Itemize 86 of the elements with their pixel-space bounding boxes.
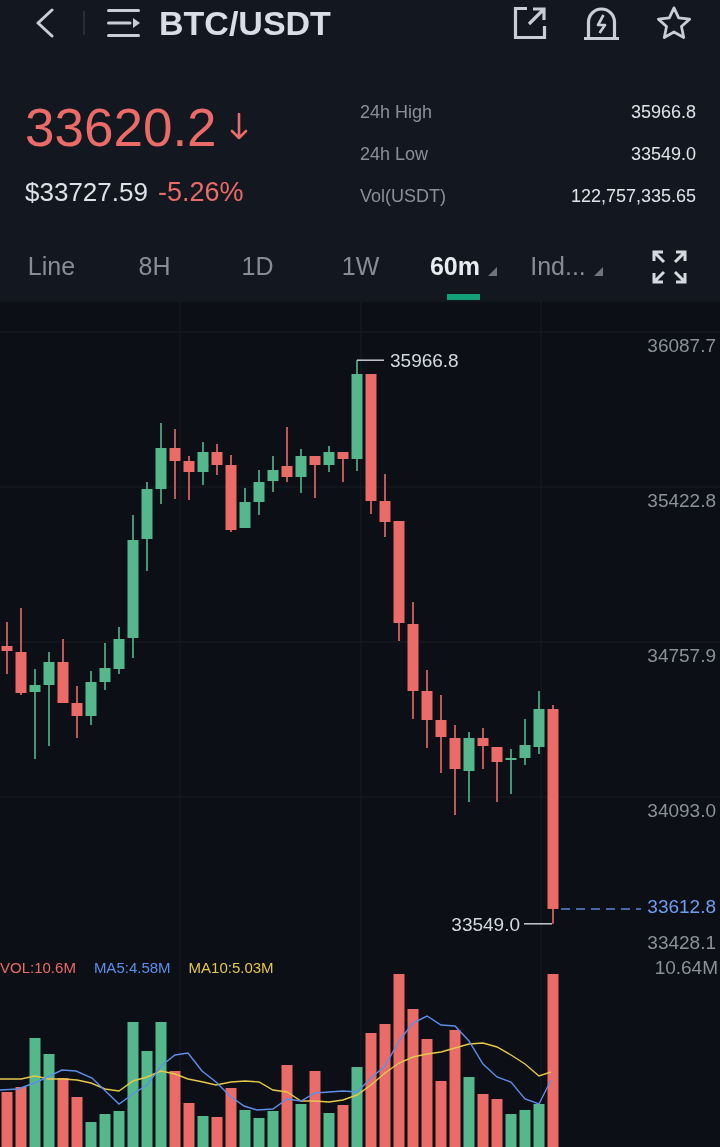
stat-label: 24h High [360,101,433,123]
bullish-candle [505,748,517,795]
volume-bar [519,1110,531,1147]
bullish-candle [239,487,251,529]
bearish-candle [1,621,13,675]
volume-bar [225,1088,237,1147]
volume-bar [15,1087,27,1147]
star-icon[interactable] [656,6,692,40]
menu-icon[interactable] [107,8,140,38]
alert-bell-icon[interactable] [583,5,620,41]
expand-icon[interactable] [651,250,687,284]
bullish-candle [323,445,335,473]
volume-bar [1,1092,13,1147]
bullish-candle [519,718,531,766]
volume-bar [533,1104,545,1147]
price-change: -5.26% [157,176,244,209]
last-price-label: 33612.8 [647,896,716,918]
bearish-candle [183,455,195,501]
bullish-candle [267,455,279,493]
high-price-leader-line [356,359,385,361]
high-price-label: 35966.8 [390,349,459,371]
volume-bar [57,1078,69,1147]
volume-bar [337,1105,349,1147]
caret-icon[interactable] [593,266,603,276]
volume-legend-label: VOL:10.6M [0,958,76,978]
back-icon[interactable] [35,8,55,38]
stat-value: 122,757,335.65 [570,185,696,207]
bearish-candle [309,455,321,499]
bearish-candle [491,746,503,803]
bearish-candle [281,426,293,483]
moving-average-legend-label: MA5:4.58M [93,958,171,978]
interval-tab[interactable]: 8H [103,240,206,292]
volume-bar [85,1122,97,1147]
volume-bar [463,1077,475,1147]
volume-bar [491,1099,503,1147]
bearish-candle [211,443,223,476]
volume-axis-label: 10.64M [654,958,718,978]
volume-bar [295,1104,307,1147]
bearish-candle [477,727,489,770]
bullish-candle [197,441,209,486]
stat-label: Vol(USDT) [360,185,446,207]
volume-bar [183,1103,195,1147]
bullish-candle [253,469,265,516]
price-axis-label: 33428.1 [647,931,716,952]
volume-bar [113,1111,125,1147]
volume-bar [71,1097,83,1147]
volume-bar [435,1081,447,1147]
bullish-candle [295,448,307,494]
interval-tab[interactable]: 1W [309,240,412,292]
bullish-candle [85,670,97,726]
volume-bar [239,1110,251,1147]
volume-bar [267,1111,279,1147]
volume-bar [197,1116,209,1147]
bearish-candle [379,473,391,538]
bearish-candle [57,638,69,704]
bullish-candle [113,626,125,675]
price-axis-label: 34757.9 [647,644,716,666]
bullish-candle [99,642,111,691]
price-axis-label: 36087.7 [647,334,716,356]
fiat-price: $33727.59 [25,176,148,209]
interval-tab[interactable]: 1D [206,240,309,292]
interval-tab[interactable]: Line [0,240,103,292]
price-axis-label: 35422.8 [647,489,716,511]
interval-tab[interactable]: Ind... [515,240,618,292]
caret-icon[interactable] [488,266,497,276]
external-link-icon[interactable] [513,6,547,40]
stat-value: 35966.8 [630,101,696,123]
price-axis-label: 34093.0 [647,799,716,821]
bullish-candle [533,690,545,755]
moving-average-legend-label: MA10:5.03M [188,958,274,978]
volume-bar [211,1117,223,1147]
stat-value: 33549.0 [630,143,696,165]
stat-label: 24h Low [360,143,429,165]
volume-bar [323,1113,335,1147]
bearish-candle [71,685,83,739]
volume-bar [505,1114,517,1147]
bearish-candle [337,451,349,483]
bullish-candle [463,731,475,803]
bearish-candle [169,428,181,500]
volume-bar [99,1114,111,1147]
low-price-leader-line [523,923,553,925]
volume-bar [477,1094,489,1147]
pair-title: BTC/USDT [159,3,331,43]
last-price: 33620.2 [25,98,217,158]
low-price-label: 33549.0 [451,914,520,936]
volume-bar [253,1118,265,1147]
